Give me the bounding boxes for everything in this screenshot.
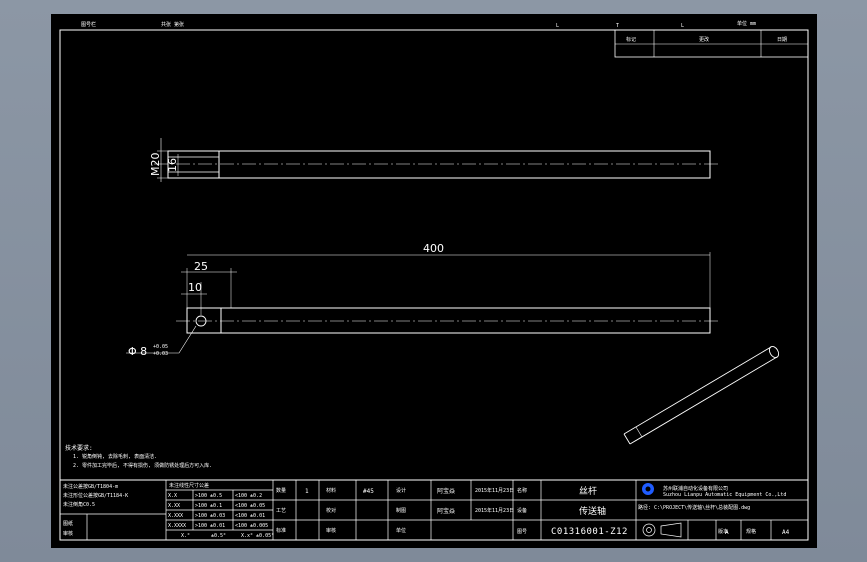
- header-mark-3: L: [681, 23, 684, 29]
- designer-name: 阿宝焱: [437, 487, 455, 495]
- company-name-en: Suzhou Lianpu Automatic Equipment Co.,Lt…: [663, 492, 786, 498]
- tol-row-3-b: <100 ±0.01: [235, 513, 265, 519]
- tol-row-1-b: <100 ±0.2: [235, 493, 262, 499]
- dim-hole-label: Φ 8: [128, 345, 147, 358]
- size-label: 规格: [746, 528, 756, 535]
- header-middle-label: 共张 第张: [161, 21, 184, 28]
- tol-row-4-b: <100 ±0.005: [235, 523, 268, 529]
- drawing-no-label: 图号: [517, 529, 527, 535]
- tol-row-4-key: X.XXXX: [168, 523, 186, 529]
- tol-side-label-2: 审核: [63, 530, 73, 537]
- dim-400-label: 400: [423, 242, 444, 255]
- design-date: 2015年11月23日: [475, 487, 514, 494]
- dim-hole-tol-lower: +0.03: [153, 351, 168, 357]
- tol-row-4-a: >100 ±0.01: [195, 523, 225, 529]
- company-logo-icon: [642, 483, 654, 495]
- tol-row-2-b: <100 ±0.05: [235, 503, 265, 509]
- revision-header-date: 日期: [777, 37, 787, 43]
- drafter-name: 阿宝焱: [437, 507, 455, 515]
- equip-label: 设备: [517, 507, 527, 514]
- draw-date: 2015年11月23日: [475, 507, 514, 514]
- notes-title: 技术要求:: [65, 444, 93, 452]
- tol-left-header-3: 未注倒角C0.5: [63, 501, 95, 508]
- technical-notes: 技术要求: 1. 锐角倒钝, 去除毛刺, 表面清洁. 2. 零件加工完毕后, 不…: [65, 444, 212, 469]
- notes-line-1: 1. 锐角倒钝, 去除毛刺, 表面清洁.: [73, 453, 157, 460]
- file-path: 路径: C:\PROJECT\传送轴\丝杆\总装配图.dwg: [638, 504, 750, 511]
- process-label: 工艺: [276, 508, 286, 514]
- title-block-text: 数量 工艺 标准 1 材料 校对 审核 #45 设计 制图 单位 阿宝焱 阿宝焱…: [276, 485, 790, 537]
- unit-label: 单位: [396, 527, 406, 534]
- revision-header-mark: 标记: [626, 36, 636, 43]
- dim-hole-tol-upper: +0.05: [153, 344, 168, 350]
- tol-side-label-1: 图纸: [63, 520, 73, 527]
- size-value: A4: [782, 529, 790, 536]
- part-view-front: [126, 252, 721, 354]
- material-label: 材料: [326, 487, 336, 494]
- design-label: 设计: [396, 487, 406, 494]
- draw-label: 制图: [396, 507, 406, 514]
- revision-table: 标记 更改 日期: [614, 29, 809, 58]
- tol-left-header-1: 未注公差按GB/T1804-m: [63, 483, 118, 490]
- company-name: 苏州联浦自动化设备有限公司: [663, 485, 728, 492]
- dim-16-label: 16: [166, 158, 179, 172]
- revision-header-change: 更改: [699, 36, 709, 43]
- tol-row-3-key: X.XXX: [168, 513, 183, 519]
- dim-m20-label: M20: [149, 153, 162, 177]
- tol-row-3-a: >100 ±0.03: [195, 513, 225, 519]
- approve-label: 审核: [326, 527, 336, 534]
- tol-row-5-a: ±0.5°: [211, 533, 226, 539]
- drawing-number: C01316001-Z12: [551, 527, 628, 537]
- tol-row-2-key: X.XX: [168, 503, 180, 509]
- material-value: #45: [363, 488, 374, 495]
- qty-label: 数量: [276, 487, 286, 494]
- header-mark-2: T: [616, 23, 619, 29]
- tol-right-header: 未注线性尺寸公差: [169, 482, 209, 489]
- header-left-label: 图号栏: [81, 21, 96, 28]
- tol-row-5-b: X.x° ±0.05°: [241, 533, 274, 539]
- isometric-rod: [623, 345, 780, 445]
- cad-drawing: 图号栏 共张 第张 L T L 单位 mm 标记 更改 日期 M20 16 40…: [59, 20, 809, 541]
- dim-25-label: 25: [194, 260, 208, 273]
- tol-row-1-key: X.X: [168, 493, 177, 499]
- part-name-2: 传送轴: [579, 505, 606, 517]
- header-mark-1: L: [556, 23, 559, 29]
- std-label: 标准: [276, 527, 286, 534]
- qty-value: 1: [305, 488, 309, 495]
- version-value: A: [725, 529, 729, 536]
- tol-left-header-2: 未注形位公差按GB/T1184-K: [63, 492, 128, 499]
- tol-row-5-key: X.°: [181, 533, 190, 539]
- name-label: 名称: [517, 487, 527, 494]
- tol-row-1-a: >100 ±0.5: [195, 493, 222, 499]
- dim-10-label: 10: [188, 281, 202, 294]
- projection-symbol-icon: [642, 522, 682, 538]
- drawing-sheet: 图号栏 共张 第张 L T L 单位 mm 标记 更改 日期 M20 16 40…: [51, 14, 817, 548]
- tol-row-2-a: >100 ±0.1: [195, 503, 222, 509]
- notes-line-2: 2. 零件加工完毕后, 不得有损伤, 须做防锈处理后方可入库.: [73, 462, 212, 469]
- header-unit: 单位 mm: [737, 20, 756, 27]
- part-view-top: [154, 138, 721, 182]
- check-label: 校对: [326, 507, 336, 514]
- part-name: 丝杆: [579, 485, 597, 497]
